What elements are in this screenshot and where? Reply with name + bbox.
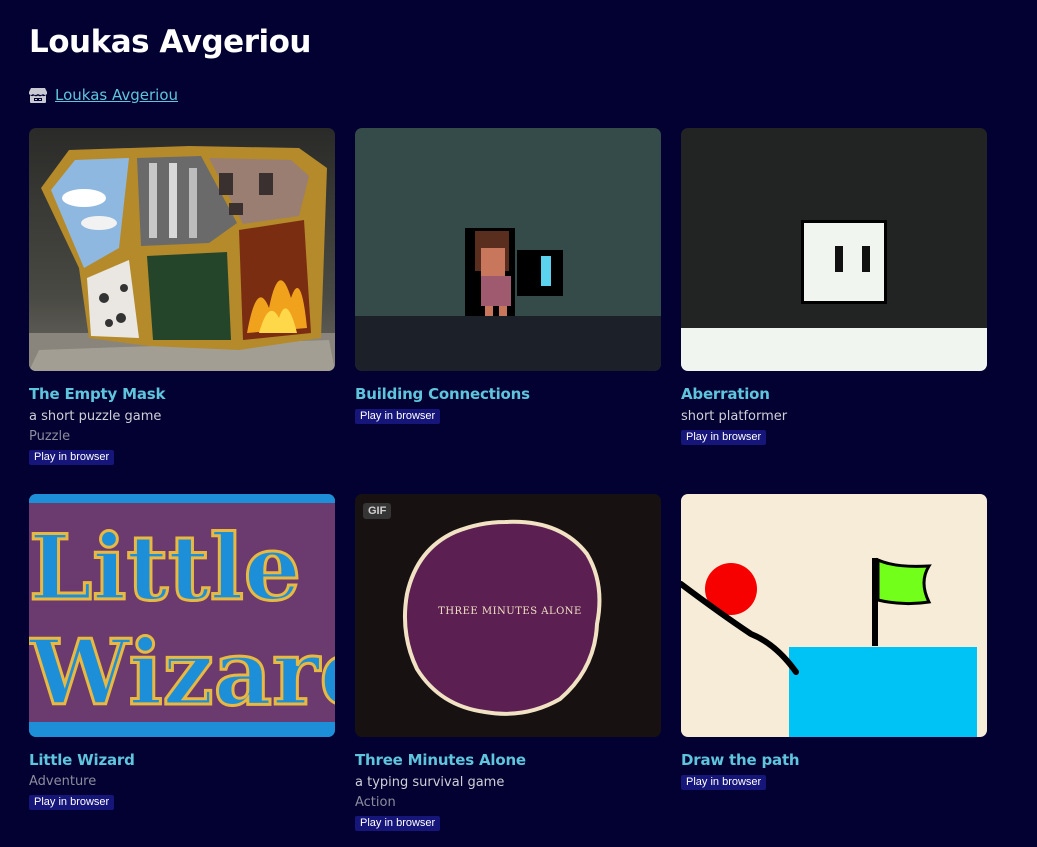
game-thumbnail[interactable]: Little Wizard	[29, 494, 335, 737]
play-in-browser-badge: Play in browser	[681, 775, 767, 790]
game-title[interactable]: Little Wizard	[29, 751, 335, 769]
three-minutes-alone-cover-art: THREE MINUTES ALONE	[355, 494, 661, 737]
little-wizard-cover-art: Little Wizard	[29, 494, 335, 737]
play-in-browser-badge: Play in browser	[355, 409, 441, 424]
three-minutes-alone-cover-title: THREE MINUTES ALONE	[438, 606, 582, 617]
game-card-building-connections: Building Connections Play in browser	[355, 128, 661, 424]
little-wizard-title-line-1: Little	[29, 515, 301, 621]
game-title[interactable]: Three Minutes Alone	[355, 751, 661, 769]
play-in-browser-badge: Play in browser	[355, 816, 441, 831]
play-in-browser-badge: Play in browser	[29, 450, 115, 465]
game-thumbnail[interactable]	[681, 494, 987, 737]
game-description: a short puzzle game	[29, 409, 162, 424]
game-description: short platformer	[681, 409, 788, 424]
author-link[interactable]: Loukas Avgeriou	[55, 86, 178, 104]
game-card-little-wizard: Little Wizard Little Wizard Adventure Pl…	[29, 494, 335, 810]
itch-storefront-icon	[29, 87, 47, 104]
building-connections-cover-art	[355, 128, 661, 371]
author-row: Loukas Avgeriou	[29, 86, 178, 104]
draw-the-path-cover-art	[681, 494, 987, 737]
game-genre: Adventure	[29, 774, 97, 789]
gif-badge: GIF	[363, 503, 392, 519]
game-title[interactable]: Aberration	[681, 385, 987, 403]
game-title[interactable]: Draw the path	[681, 751, 987, 769]
page-title: Loukas Avgeriou	[29, 24, 312, 60]
play-in-browser-badge: Play in browser	[29, 795, 115, 810]
game-thumbnail[interactable]: THREE MINUTES ALONE GIF	[355, 494, 661, 737]
game-card-the-empty-mask: The Empty Mask a short puzzle game Puzzl…	[29, 128, 335, 465]
game-description: a typing survival game	[355, 775, 505, 790]
the-empty-mask-cover-art	[29, 128, 335, 371]
game-thumbnail[interactable]	[681, 128, 987, 371]
game-genre: Puzzle	[29, 429, 71, 444]
game-genre: Action	[355, 795, 396, 810]
little-wizard-title-line-2: Wizard	[29, 620, 335, 726]
game-card-three-minutes-alone: THREE MINUTES ALONE GIF Three Minutes Al…	[355, 494, 661, 831]
game-title[interactable]: The Empty Mask	[29, 385, 335, 403]
play-in-browser-badge: Play in browser	[681, 430, 767, 445]
game-title[interactable]: Building Connections	[355, 385, 661, 403]
game-card-aberration: Aberration short platformer Play in brow…	[681, 128, 987, 445]
game-thumbnail[interactable]	[355, 128, 661, 371]
aberration-cover-art	[681, 128, 987, 371]
game-card-draw-the-path: Draw the path Play in browser	[681, 494, 987, 790]
game-thumbnail[interactable]	[29, 128, 335, 371]
